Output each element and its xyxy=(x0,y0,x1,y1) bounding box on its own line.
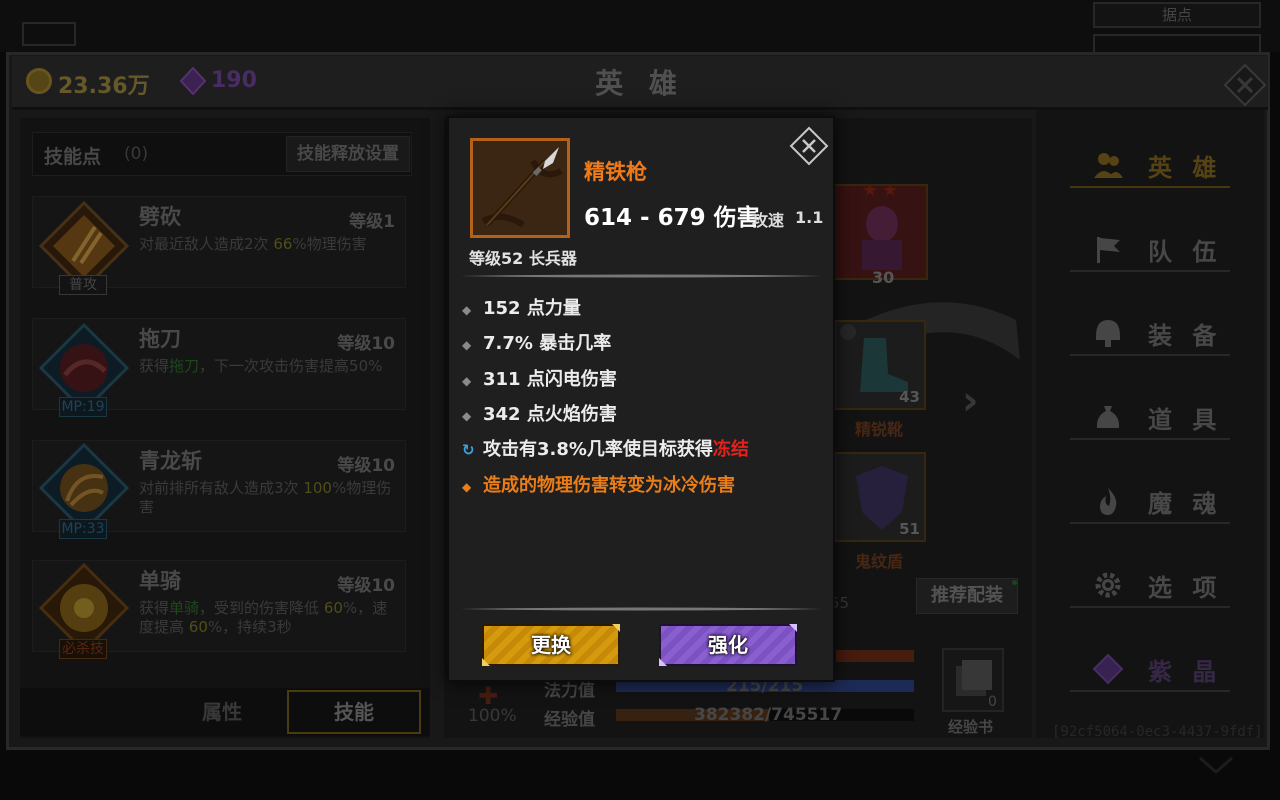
corner-accent xyxy=(482,658,490,666)
attack-speed-label: 攻速 xyxy=(752,211,785,230)
item-icon-frame xyxy=(470,138,570,238)
attribute-fire: ◆ 342 点火焰伤害 xyxy=(462,404,617,425)
replace-button[interactable]: 更换 xyxy=(482,624,620,666)
close-icon[interactable] xyxy=(789,126,829,166)
attribute-strength: ◆ 152 点力量 xyxy=(462,298,581,319)
spear-icon xyxy=(473,141,567,235)
corner-accent xyxy=(659,658,667,666)
item-level-type: 等级52 长兵器 xyxy=(469,249,577,268)
item-name: 精铁枪 xyxy=(584,160,647,184)
upgrade-button[interactable]: 强化 xyxy=(659,624,797,666)
game-screen: 据点 23.36万 190 英 雄 技能点 (0) 技能释放设置 普攻 劈砍 等… xyxy=(0,0,1280,800)
corner-accent xyxy=(789,624,797,632)
item-damage: 614 - 679 伤害 xyxy=(584,205,760,231)
popup-divider xyxy=(460,274,822,278)
attribute-freeze-proc: ↻ 攻击有3.8%几率使目标获得冻结 xyxy=(462,439,749,460)
popup-divider xyxy=(460,607,822,611)
attribute-special: ◆ 造成的物理伤害转变为冰冷伤害 xyxy=(462,475,735,496)
attribute-lightning: ◆ 311 点闪电伤害 xyxy=(462,369,617,390)
attribute-crit: ◆ 7.7% 暴击几率 xyxy=(462,333,612,354)
attack-speed-value: 1.1 xyxy=(795,208,824,227)
corner-accent xyxy=(612,624,620,632)
